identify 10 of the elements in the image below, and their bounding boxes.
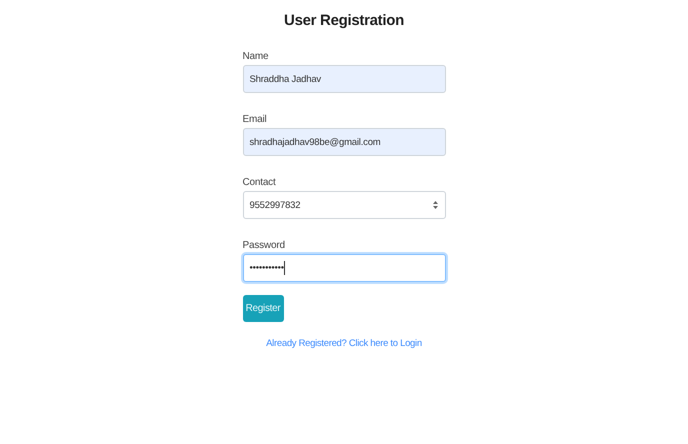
password-field[interactable]: ••••••••••• — [242, 254, 446, 282]
field-label: Email — [242, 114, 268, 127]
input-field[interactable]: shradhajadhav98be@gmail.com — [242, 128, 446, 156]
field-label: Name — [242, 51, 270, 64]
number-field[interactable]: 9552997832 — [242, 191, 446, 219]
field-label: Contact — [242, 177, 277, 190]
input-field[interactable]: Shraddha Jadhav — [242, 65, 446, 93]
spinner-icon[interactable] — [432, 199, 438, 211]
page-title: User Registration — [284, 12, 404, 31]
field-label: Password — [242, 240, 286, 253]
